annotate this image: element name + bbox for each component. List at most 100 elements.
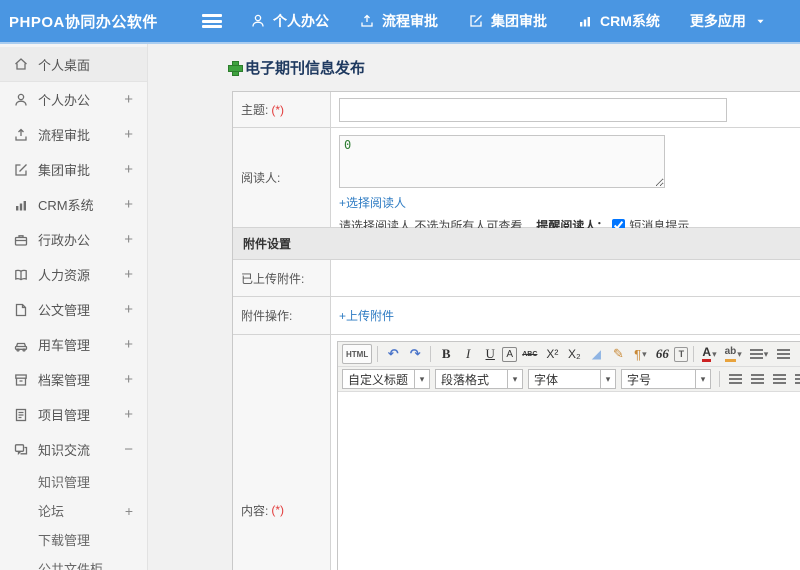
format-painter-button[interactable]: ✎ (608, 344, 628, 364)
font-family-select[interactable]: 字体 ▾ (528, 369, 616, 389)
add-icon (228, 61, 243, 76)
align-left-icon (728, 373, 742, 385)
align-justify-button[interactable] (791, 369, 800, 389)
editor-toolbar-row1: HTML ↶ ↷ B I U A ABC X² X₂ ◢ ✎ ¶ ▾ 66 T … (338, 342, 800, 367)
flow-icon (13, 127, 29, 143)
expand-plus[interactable]: + (124, 301, 133, 318)
chevron-down-icon: ▾ (507, 370, 522, 388)
italic-button[interactable]: I (458, 344, 478, 364)
readers-label: 阅读人: (241, 171, 281, 185)
sidebar-item-workflow-approval[interactable]: 流程审批 + (0, 117, 147, 152)
sidebar-item-hr[interactable]: 人力资源 + (0, 257, 147, 292)
home-icon (13, 56, 29, 72)
sidebar-item-desktop[interactable]: 个人桌面 (0, 47, 147, 82)
sidebar-subitem-public-cabinet[interactable]: 公共文件柜 (0, 554, 147, 570)
nav-workflow-approval[interactable]: 流程审批 (359, 11, 438, 31)
chevron-down-icon: ▾ (712, 348, 717, 359)
sidebar-subitem-forum[interactable]: 论坛 + (0, 496, 147, 525)
expand-plus[interactable]: + (124, 91, 133, 108)
subscript-button[interactable]: X₂ (564, 344, 584, 364)
subject-input[interactable] (339, 97, 727, 122)
unordered-list-button[interactable] (773, 344, 793, 364)
edit-icon (468, 13, 484, 29)
required-mark: (*) (271, 503, 285, 517)
collapse-minus[interactable]: − (124, 441, 133, 458)
expand-plus[interactable]: + (124, 371, 133, 388)
nav-personal-office[interactable]: 个人办公 (250, 11, 329, 31)
remove-format-button[interactable]: ◢ (586, 344, 606, 364)
sidebar-item-crm[interactable]: CRM系统 + (0, 187, 147, 222)
page-title: 电子期刊信息发布 (228, 57, 800, 78)
align-right-button[interactable] (769, 369, 789, 389)
expand-plus[interactable]: + (125, 503, 133, 519)
attachment-section-row: 附件设置 (233, 228, 800, 260)
subject-label: 主题: (241, 103, 269, 117)
highlight-color-button[interactable]: ab ▾ (722, 344, 745, 364)
underline-button[interactable]: U (480, 344, 500, 364)
top-nav: 个人办公 流程审批 集团审批 CRM系统 更多应用 (250, 11, 766, 31)
attachment-ops-label: 附件操作: (241, 309, 293, 323)
sidebar-subitem-download-mgmt[interactable]: 下载管理 (0, 525, 147, 554)
paragraph-format-select[interactable]: 段落格式 ▾ (435, 369, 523, 389)
editor-toolbar-row2: 自定义标题▾ 段落格式▾ 字体▾ 字号▾ ∞ ⊘ (338, 367, 800, 392)
nav-group-approval[interactable]: 集团审批 (468, 11, 547, 31)
autotypeset-button[interactable]: ¶ ▾ (630, 344, 650, 364)
undo-button[interactable]: ↶ (383, 344, 403, 364)
uploaded-attachments-value (331, 260, 800, 296)
ordered-list-button[interactable]: ▾ (747, 344, 772, 364)
sidebar-subitem-knowledge-mgmt[interactable]: 知识管理 (0, 467, 147, 496)
expand-plus[interactable]: + (124, 406, 133, 423)
expand-plus[interactable]: + (124, 126, 133, 143)
blockquote-button[interactable]: 66 (652, 344, 672, 364)
sidebar: 个人桌面 个人办公 + 流程审批 + 集团审批 + CRM系统 + 行政办公 + (0, 44, 148, 570)
chevron-down-icon: ▾ (642, 348, 647, 359)
sidebar-item-archive-mgmt[interactable]: 档案管理 + (0, 362, 147, 397)
strikethrough-button[interactable]: ABC (519, 344, 540, 364)
chevron-down-icon: ▾ (414, 370, 429, 388)
redo-button[interactable]: ↷ (405, 344, 425, 364)
content-row: 内容: (*) HTML ↶ ↷ B I U A ABC X² X₂ ◢ ✎ ¶… (233, 335, 800, 570)
expand-plus[interactable]: + (124, 196, 133, 213)
readers-textarea[interactable]: 0 (339, 135, 665, 188)
publish-form: 主题: (*) 阅读人: 0 +选择阅读人 请选择阅读人,不选为所有人可查看 提… (232, 91, 800, 570)
editor-body[interactable] (338, 392, 800, 570)
required-mark: (*) (271, 102, 285, 117)
bold-button[interactable]: B (436, 344, 456, 364)
nav-crm-system[interactable]: CRM系统 (577, 11, 660, 31)
expand-plus[interactable]: + (124, 231, 133, 248)
document-icon (13, 302, 29, 318)
briefcase-icon (13, 232, 29, 248)
heading-select[interactable]: 自定义标题 ▾ (342, 369, 430, 389)
menu-icon[interactable] (202, 14, 222, 28)
sidebar-item-document-mgmt[interactable]: 公文管理 + (0, 292, 147, 327)
flow-icon (359, 13, 375, 29)
paste-as-text-button[interactable]: T (674, 346, 689, 362)
upload-attachment-link[interactable]: +上传附件 (339, 307, 394, 324)
font-size-select[interactable]: 字号 ▾ (621, 369, 711, 389)
sidebar-item-vehicle-mgmt[interactable]: 用车管理 + (0, 327, 147, 362)
superscript-button[interactable]: X² (542, 344, 562, 364)
uploaded-attachments-label: 已上传附件: (241, 271, 305, 286)
sidebar-item-project-mgmt[interactable]: 项目管理 + (0, 397, 147, 432)
choose-readers-link[interactable]: +选择阅读人 (339, 196, 406, 210)
align-justify-icon (794, 373, 800, 385)
clipboard-icon (13, 407, 29, 423)
chevron-down-icon: ▾ (695, 370, 710, 388)
html-source-button[interactable]: HTML (342, 344, 373, 364)
font-style-button[interactable]: A (502, 346, 518, 362)
sidebar-item-personal-office[interactable]: 个人办公 + (0, 82, 147, 117)
nav-more-apps[interactable]: 更多应用 (690, 11, 766, 31)
align-center-button[interactable] (747, 369, 767, 389)
chevron-down-icon: ▾ (600, 370, 615, 388)
font-color-button[interactable]: A ▾ (699, 344, 719, 364)
app-brand: PHPOA协同办公软件 (9, 13, 158, 31)
sidebar-item-admin-office[interactable]: 行政办公 + (0, 222, 147, 257)
chart-icon (577, 13, 593, 29)
readers-row: 阅读人: 0 +选择阅读人 请选择阅读人,不选为所有人可查看 提醒阅读人： 短消… (233, 128, 800, 233)
expand-plus[interactable]: + (124, 336, 133, 353)
align-left-button[interactable] (725, 369, 745, 389)
expand-plus[interactable]: + (124, 266, 133, 283)
sidebar-item-knowledge-exchange[interactable]: 知识交流 − (0, 432, 147, 467)
expand-plus[interactable]: + (124, 161, 133, 178)
sidebar-item-group-approval[interactable]: 集团审批 + (0, 152, 147, 187)
